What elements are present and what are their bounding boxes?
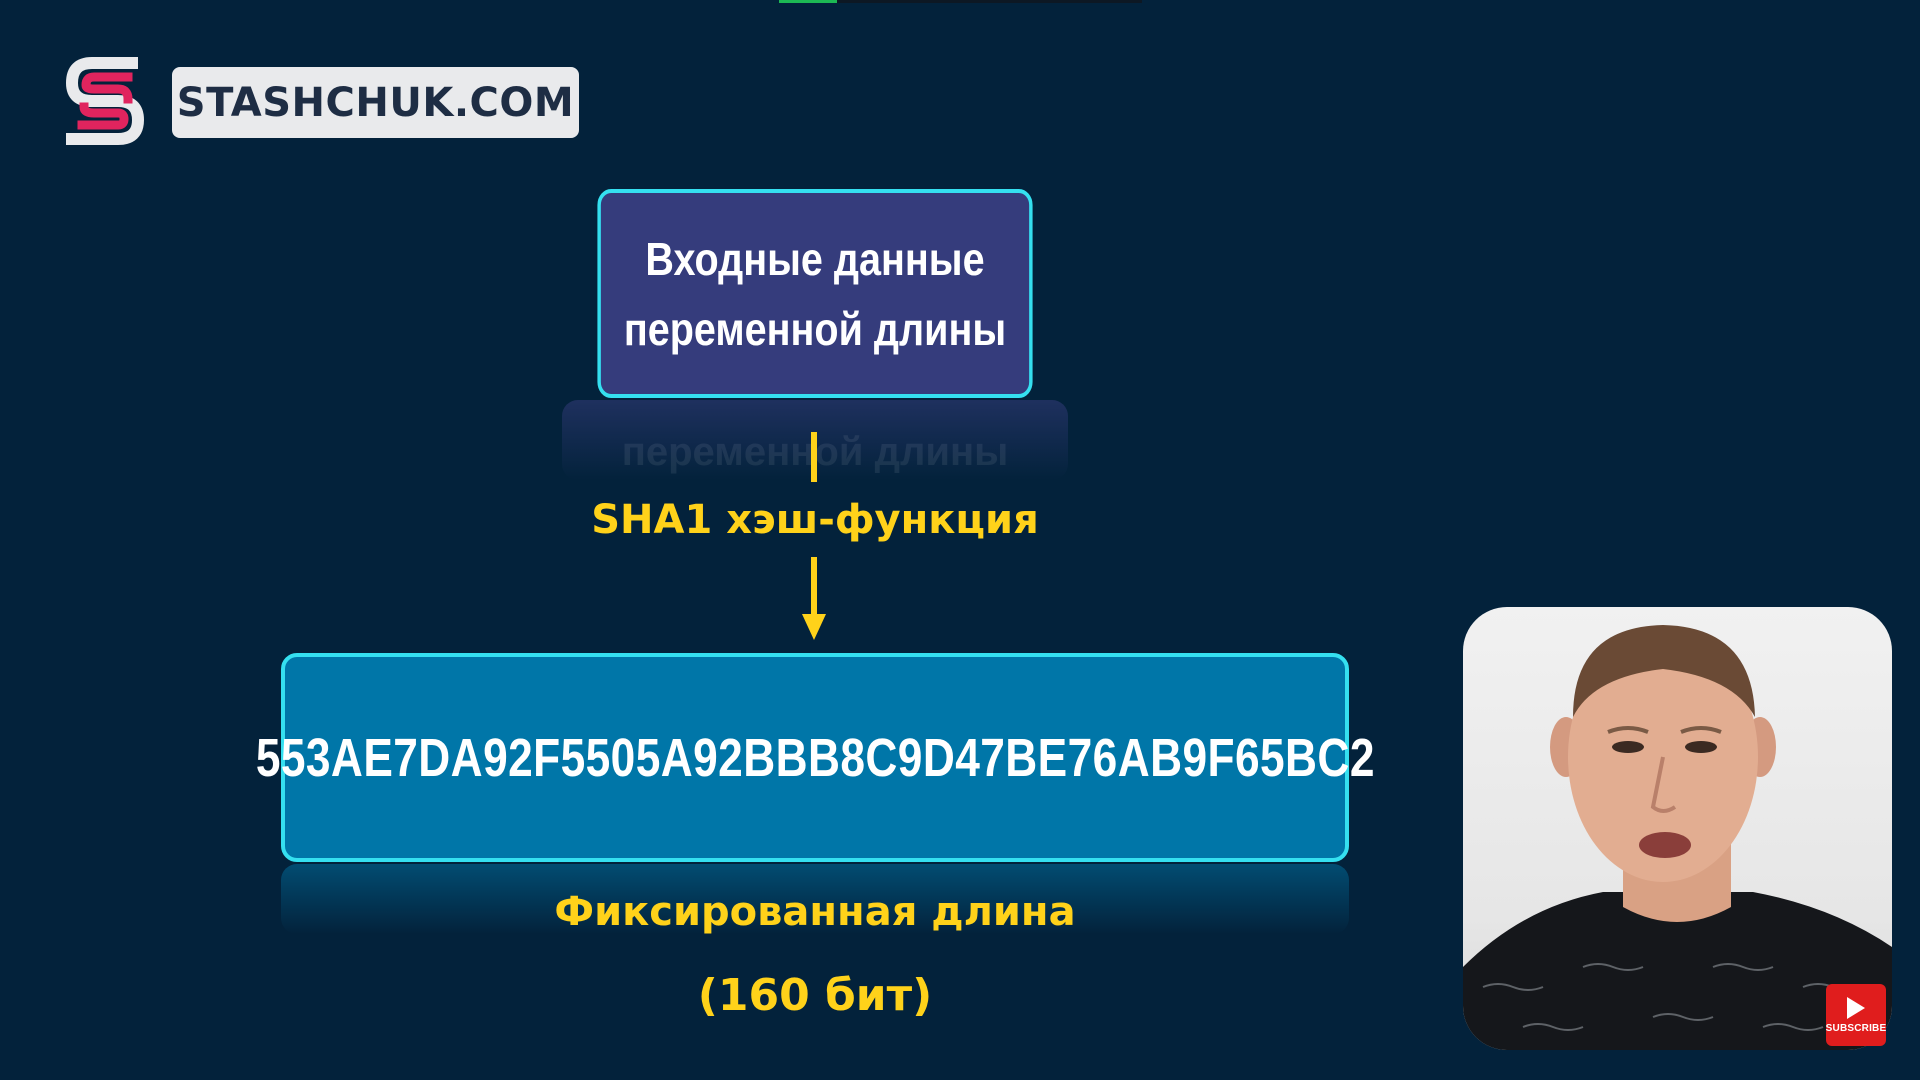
presenter-webcam <box>1463 607 1892 1050</box>
hash-value: 553AE7DA92F5505A92BBB8C9D47BE76AB9F65BC2 <box>255 727 1375 788</box>
arrow-down-icon <box>802 614 826 640</box>
subscribe-label: SUBSCRIBE <box>1825 1022 1887 1034</box>
input-label-line2: переменной длины <box>623 302 1007 355</box>
input-data-box: Входные данные переменной длины <box>597 189 1033 398</box>
video-progress-fill <box>779 0 838 3</box>
fixed-length-label: Фиксированная длина <box>554 889 1076 935</box>
bit-length-label: (160 бит) <box>697 970 933 1021</box>
youtube-play-icon <box>1847 996 1865 1019</box>
stashchuk-s-logo-icon <box>65 57 145 145</box>
video-progress-bar[interactable] <box>779 0 1142 3</box>
presenter-portrait <box>1463 625 1892 1050</box>
connector-line-bottom <box>811 557 817 617</box>
hash-output-box: 553AE7DA92F5505A92BBB8C9D47BE76AB9F65BC2 <box>255 653 1374 862</box>
connector-line-top <box>811 432 817 482</box>
slide: STASHCHUK.COM Входные данные переменной … <box>0 0 1920 1080</box>
hash-function-label: SHA1 хэш-функция <box>591 497 1039 543</box>
site-logo[interactable]: STASHCHUK.COM <box>172 67 579 138</box>
subscribe-button[interactable]: SUBSCRIBE <box>1826 984 1886 1046</box>
input-label-line1: Входные данные <box>645 232 985 285</box>
site-name: STASHCHUK.COM <box>176 79 575 126</box>
